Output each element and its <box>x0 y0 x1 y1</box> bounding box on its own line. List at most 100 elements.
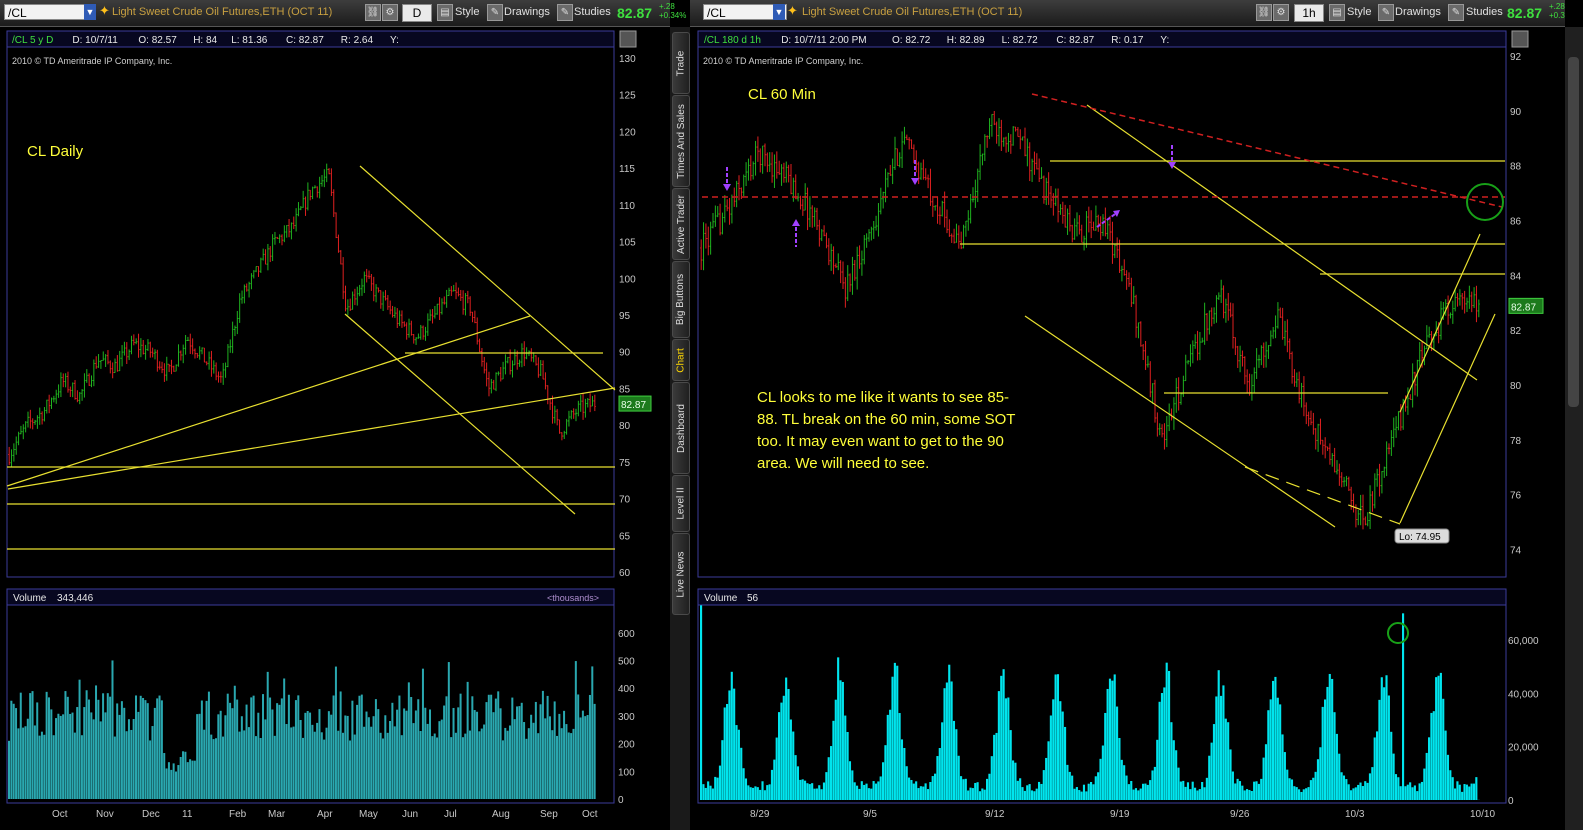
style-icon[interactable]: ▤ <box>437 4 453 21</box>
price-tag: 82.87 <box>621 400 646 411</box>
volume-bar <box>995 732 998 800</box>
drawings-button[interactable]: Drawings <box>1395 6 1441 18</box>
volume-bar <box>1198 789 1201 800</box>
time-axis-label: 9/12 <box>985 809 1005 820</box>
volume-bar <box>106 693 109 799</box>
volume-bar <box>1390 731 1393 800</box>
volume-header <box>6 588 615 606</box>
volume-bar <box>217 714 220 799</box>
drawing-tool-icon[interactable]: ⚙ <box>382 4 398 21</box>
tab-level-ii[interactable]: Level II <box>672 475 690 532</box>
volume-bar <box>468 730 471 799</box>
volume-bar <box>174 771 177 799</box>
symbol-dropdown-icon[interactable]: ▼ <box>84 4 96 20</box>
volume-bar <box>1054 674 1057 800</box>
volume-axis-label: 200 <box>618 740 635 751</box>
favorite-icon[interactable]: ✦ <box>99 3 110 19</box>
drawing-tool-icon[interactable]: ⚙ <box>1273 4 1289 21</box>
tab-dashboard[interactable]: Dashboard <box>672 382 690 474</box>
volume-bar <box>801 779 804 800</box>
volume-bar <box>102 693 105 799</box>
favorite-icon[interactable]: ✦ <box>787 3 798 19</box>
volume-bar <box>700 605 703 800</box>
volume-bar <box>518 706 521 799</box>
volume-bar <box>497 691 500 799</box>
symbol-dropdown-icon[interactable]: ▼ <box>773 4 785 20</box>
volume-bar <box>490 694 493 799</box>
volume-bar <box>811 783 814 800</box>
style-button[interactable]: Style <box>455 6 479 18</box>
volume-bar <box>744 778 748 800</box>
tab-live-news[interactable]: Live News <box>672 533 690 615</box>
volume-bar <box>269 697 272 799</box>
volume-label: Volume <box>704 593 738 604</box>
volume-bar <box>1052 699 1055 800</box>
price-axis-label: 92 <box>1510 52 1522 63</box>
volume-bar <box>231 708 234 799</box>
volume-bar <box>1293 786 1296 800</box>
volume-bar <box>36 702 39 799</box>
header-field: /CL 5 y D <box>12 35 53 46</box>
volume-bar <box>1456 781 1459 800</box>
vertical-scrollbar[interactable] <box>1565 27 1583 830</box>
volume-bar <box>363 726 366 799</box>
volume-bar <box>960 776 963 800</box>
volume-bar <box>1241 785 1244 800</box>
style-button[interactable]: Style <box>1347 6 1371 18</box>
volume-bar <box>563 710 566 799</box>
header-field: L: 81.36 <box>231 35 268 46</box>
studies-icon[interactable]: ✎ <box>557 4 573 21</box>
volume-bar <box>1333 712 1336 800</box>
tab-trade[interactable]: Trade <box>672 32 690 94</box>
volume-bar <box>742 768 745 800</box>
volume-bar <box>714 776 717 800</box>
tab-active-trader[interactable]: Active Trader <box>672 188 690 260</box>
volume-bar <box>440 719 443 799</box>
copyright: 2010 © TD Ameritrade IP Company, Inc. <box>703 56 863 66</box>
studies-button[interactable]: Studies <box>1466 6 1503 18</box>
aggregation-selector[interactable]: D <box>402 4 432 22</box>
studies-icon[interactable]: ✎ <box>1448 4 1464 21</box>
time-axis-label: Oct <box>52 809 68 820</box>
volume-bar <box>31 691 34 799</box>
volume-bar <box>38 735 41 799</box>
volume-bar <box>716 777 719 800</box>
volume-bar <box>381 738 384 799</box>
volume-bar <box>233 685 236 799</box>
style-icon[interactable]: ▤ <box>1329 4 1345 21</box>
studies-button[interactable]: Studies <box>574 6 611 18</box>
volume-bar <box>1132 789 1135 800</box>
drawings-icon[interactable]: ✎ <box>487 4 503 21</box>
volume-bar <box>591 666 594 799</box>
volume-bar <box>287 694 290 799</box>
right-chart-area[interactable]: /CL 180 d 1h D: 10/7/11 2:00 PM O: 82.72 H:… <box>690 27 1565 830</box>
drawings-icon[interactable]: ✎ <box>1378 4 1394 21</box>
volume-bar <box>214 738 217 799</box>
volume-bar <box>132 719 135 799</box>
volume-bar <box>853 782 856 800</box>
volume-bar <box>1040 783 1043 800</box>
volume-bar <box>1324 699 1327 800</box>
drawings-button[interactable]: Drawings <box>504 6 550 18</box>
volume-bar <box>1004 698 1008 800</box>
symbol-input[interactable]: /CL <box>4 4 88 20</box>
tab-chart[interactable]: Chart <box>672 339 690 381</box>
volume-bar <box>778 712 781 800</box>
volume-bar <box>820 789 823 800</box>
scrollbar-thumb[interactable] <box>1568 57 1579 407</box>
volume-bar <box>156 698 159 799</box>
volume-bar <box>426 723 429 799</box>
volume-bar <box>111 660 114 799</box>
aggregation-selector[interactable]: 1h <box>1294 4 1324 22</box>
time-axis-label: Nov <box>96 809 114 820</box>
left-chart-area[interactable]: /CL 5 y D D: 10/7/11 O: 82.57 H: 84 L: 81.36… <box>0 27 670 830</box>
volume-bar <box>936 756 939 800</box>
volume-bar <box>454 732 457 799</box>
tab-times-and-sales[interactable]: Times And Sales <box>672 95 690 187</box>
tab-big-buttons[interactable]: Big Buttons <box>672 261 690 338</box>
price-change-abs: +.28 <box>659 2 675 11</box>
link-icon[interactable]: ⛓ <box>365 4 381 21</box>
price-axis-label: 78 <box>1510 436 1522 447</box>
link-icon[interactable]: ⛓ <box>1256 4 1272 21</box>
volume-bar <box>64 691 67 799</box>
